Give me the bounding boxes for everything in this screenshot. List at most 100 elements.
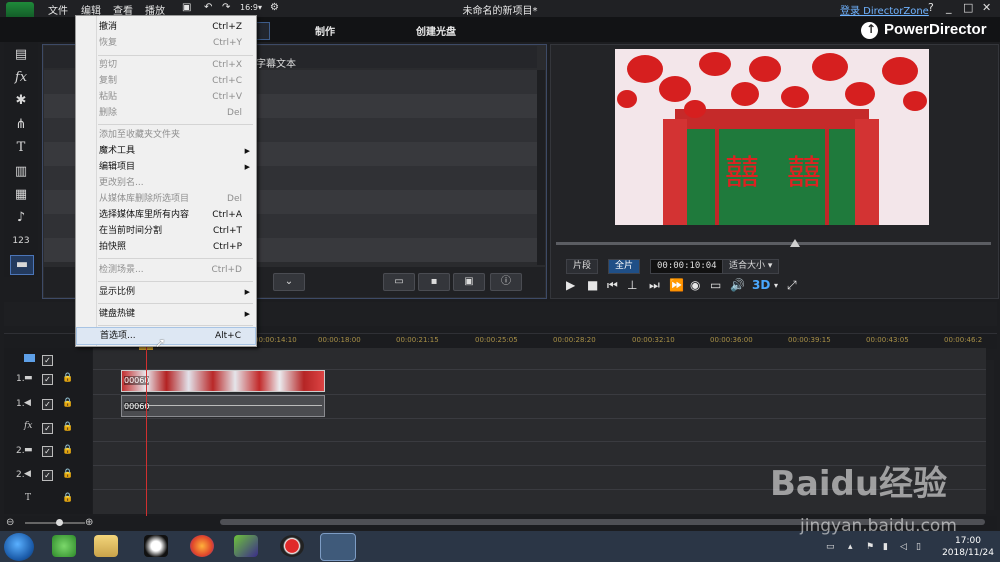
track-enable-checkbox[interactable]: ✓ — [42, 446, 53, 457]
dropdown-chevron-icon[interactable]: ⌄ — [273, 273, 305, 291]
preview-seek-bar[interactable] — [556, 242, 991, 245]
menu-item-paste[interactable]: 粘贴 Ctrl+V — [76, 89, 256, 105]
split-icon[interactable]: ⊥ — [627, 278, 637, 292]
volume-icon[interactable]: 🔊 — [730, 278, 745, 292]
menu-item-split-at-time[interactable]: 在当前时间分割 Ctrl+T — [76, 223, 256, 239]
track-header-audio-1: 1. ◀ ✓ 🔒 — [4, 395, 92, 417]
play-icon[interactable]: ▶ — [566, 278, 575, 292]
clip-mode-button[interactable]: 片段 — [566, 259, 599, 274]
title-room-icon[interactable]: T — [10, 139, 32, 157]
menu-item-keyboard-hotkeys[interactable]: 键盘热键 ▶ — [76, 306, 256, 322]
track-enable-checkbox[interactable]: ✓ — [42, 423, 53, 434]
menu-item-cut[interactable]: 剪切 Ctrl+X — [76, 57, 256, 73]
maximize-button[interactable]: □ — [963, 1, 973, 14]
dual-monitor-icon[interactable]: ▭ — [710, 278, 721, 292]
menu-item-copy[interactable]: 复制 Ctrl+C — [76, 73, 256, 89]
battery-tray-icon[interactable]: ▯ — [916, 542, 921, 552]
zoom-in-icon[interactable]: ⊕ — [85, 517, 93, 528]
track-enable-checkbox[interactable]: ✓ — [42, 399, 53, 410]
timeline-vertical-scrollbar[interactable] — [986, 360, 994, 510]
zoom-slider-thumb[interactable] — [56, 519, 63, 526]
volume-tray-icon[interactable]: ◁ — [900, 542, 907, 552]
media-player-icon[interactable] — [234, 535, 258, 557]
powerdirector-taskbar-icon[interactable] — [320, 533, 356, 561]
menu-item-rename[interactable]: 更改别名... — [76, 175, 256, 191]
360-browser-icon[interactable] — [52, 535, 76, 557]
track-enable-checkbox[interactable]: ✓ — [42, 470, 53, 481]
tray-app-icon[interactable]: ⚑ — [866, 542, 874, 552]
lock-icon[interactable]: 🔒 — [62, 493, 73, 503]
open-folder-icon[interactable]: ▭ — [383, 273, 415, 291]
track-enable-checkbox[interactable]: ✓ — [42, 355, 53, 366]
menu-item-select-all[interactable]: 选择媒体库里所有内容 Ctrl+A — [76, 207, 256, 223]
timecode-display[interactable]: 00:00:10:04 — [650, 259, 724, 274]
previous-frame-icon[interactable]: ⏮ — [607, 278, 618, 293]
particle-room-icon[interactable]: ⋔ — [10, 116, 32, 134]
zoom-out-icon[interactable]: ⊖ — [6, 517, 14, 528]
login-link[interactable]: 登录 DirectorZone — [840, 2, 929, 17]
menu-item-undo[interactable]: 撤消 Ctrl+Z — [76, 19, 256, 35]
help-button[interactable]: ? — [928, 1, 934, 14]
tray-arrow-icon[interactable]: ▴ — [848, 542, 853, 552]
tab-produce[interactable]: 制作 — [315, 23, 335, 38]
media-room-icon[interactable]: ▤ — [10, 46, 32, 64]
start-button[interactable] — [4, 533, 34, 561]
submenu-arrow-icon: ▶ — [244, 310, 250, 318]
menu-item-magic-tools[interactable]: 魔术工具 ▶ — [76, 143, 256, 159]
audio-mixing-room-icon[interactable]: ▦ — [10, 186, 32, 204]
menu-item-preferences[interactable]: 首选项... Alt+C — [76, 327, 256, 345]
file-explorer-icon[interactable] — [94, 535, 118, 557]
seek-thumb[interactable] — [790, 239, 801, 247]
video-clip[interactable]: 00060 — [121, 370, 325, 392]
menu-item-add-to-favorites[interactable]: 添加至收藏夹文件夹 — [76, 127, 256, 143]
network-tray-icon[interactable]: ▮ — [883, 542, 888, 552]
movie-mode-button[interactable]: 全片 — [608, 259, 641, 274]
screen-recorder-icon[interactable] — [280, 535, 304, 557]
chapter-room-icon[interactable]: 123 — [10, 232, 32, 250]
minimize-button[interactable]: _ — [946, 1, 952, 14]
voice-over-room-icon[interactable]: ♪ — [10, 209, 32, 227]
3d-dropdown-icon[interactable]: ▾ — [774, 281, 778, 290]
next-frame-icon[interactable]: ⏭ — [649, 278, 660, 293]
menu-item-display-ratio[interactable]: 显示比例 ▶ — [76, 284, 256, 300]
logo-arrow-icon: ↑ — [866, 22, 877, 36]
track-header-title: T 🔒 — [4, 490, 92, 512]
menu-item-detect-scenes[interactable]: 检测场景... Ctrl+D — [76, 262, 256, 278]
system-clock[interactable]: 17:00 2018/11/24 — [938, 535, 998, 559]
undock-icon[interactable]: ⤢ — [787, 278, 797, 293]
effects-room-icon[interactable]: fx — [10, 69, 32, 87]
playhead[interactable] — [146, 342, 147, 517]
lock-icon[interactable]: 🔒 — [62, 398, 73, 408]
zoom-select[interactable]: 适合大小 ▾ — [722, 259, 780, 274]
snapshot-camera-icon[interactable]: ◉ — [690, 278, 700, 292]
lock-icon[interactable]: 🔒 — [62, 469, 73, 479]
lock-icon[interactable]: 🔒 — [62, 445, 73, 455]
keyboard-tray-icon[interactable]: ▭ — [826, 542, 835, 552]
audio-clip[interactable]: 00060 — [121, 395, 325, 417]
pip-room-icon[interactable]: ✱ — [10, 92, 32, 110]
track-enable-checkbox[interactable]: ✓ — [42, 374, 53, 385]
fast-forward-icon[interactable]: ⏩ — [669, 278, 684, 292]
firefox-icon[interactable] — [190, 535, 214, 557]
lock-icon[interactable]: 🔒 — [62, 422, 73, 432]
3d-mode-icon[interactable]: 3D — [752, 278, 770, 292]
video-track-icon: ▬ — [24, 445, 33, 455]
image-icon[interactable]: ▪ — [418, 273, 450, 291]
multi-window-icon[interactable]: ▣ — [453, 273, 485, 291]
stop-icon[interactable]: ■ — [587, 278, 598, 292]
transition-room-icon[interactable]: ▥ — [10, 163, 32, 181]
qq-icon[interactable] — [144, 535, 168, 557]
tab-create-disc[interactable]: 创建光盘 — [416, 23, 456, 38]
info-icon[interactable]: ⓘ — [490, 273, 522, 291]
library-scrollbar[interactable] — [537, 70, 545, 265]
menu-item-remove-from-library[interactable]: 从媒体库删除所选项目 Del — [76, 191, 256, 207]
lock-icon[interactable]: 🔒 — [62, 373, 73, 383]
menu-item-edit-project[interactable]: 编辑项目 ▶ — [76, 159, 256, 175]
menu-item-redo[interactable]: 恢复 Ctrl+Y — [76, 35, 256, 51]
zoom-slider[interactable] — [25, 522, 85, 524]
track-header-video-2: 2. ▬ ✓ 🔒 — [4, 442, 92, 464]
close-button[interactable]: ✕ — [982, 1, 991, 14]
subtitle-room-icon[interactable]: ▬ — [10, 255, 34, 275]
menu-item-delete[interactable]: 删除 Del — [76, 105, 256, 121]
menu-item-snapshot[interactable]: 拍快照 Ctrl+P — [76, 239, 256, 255]
